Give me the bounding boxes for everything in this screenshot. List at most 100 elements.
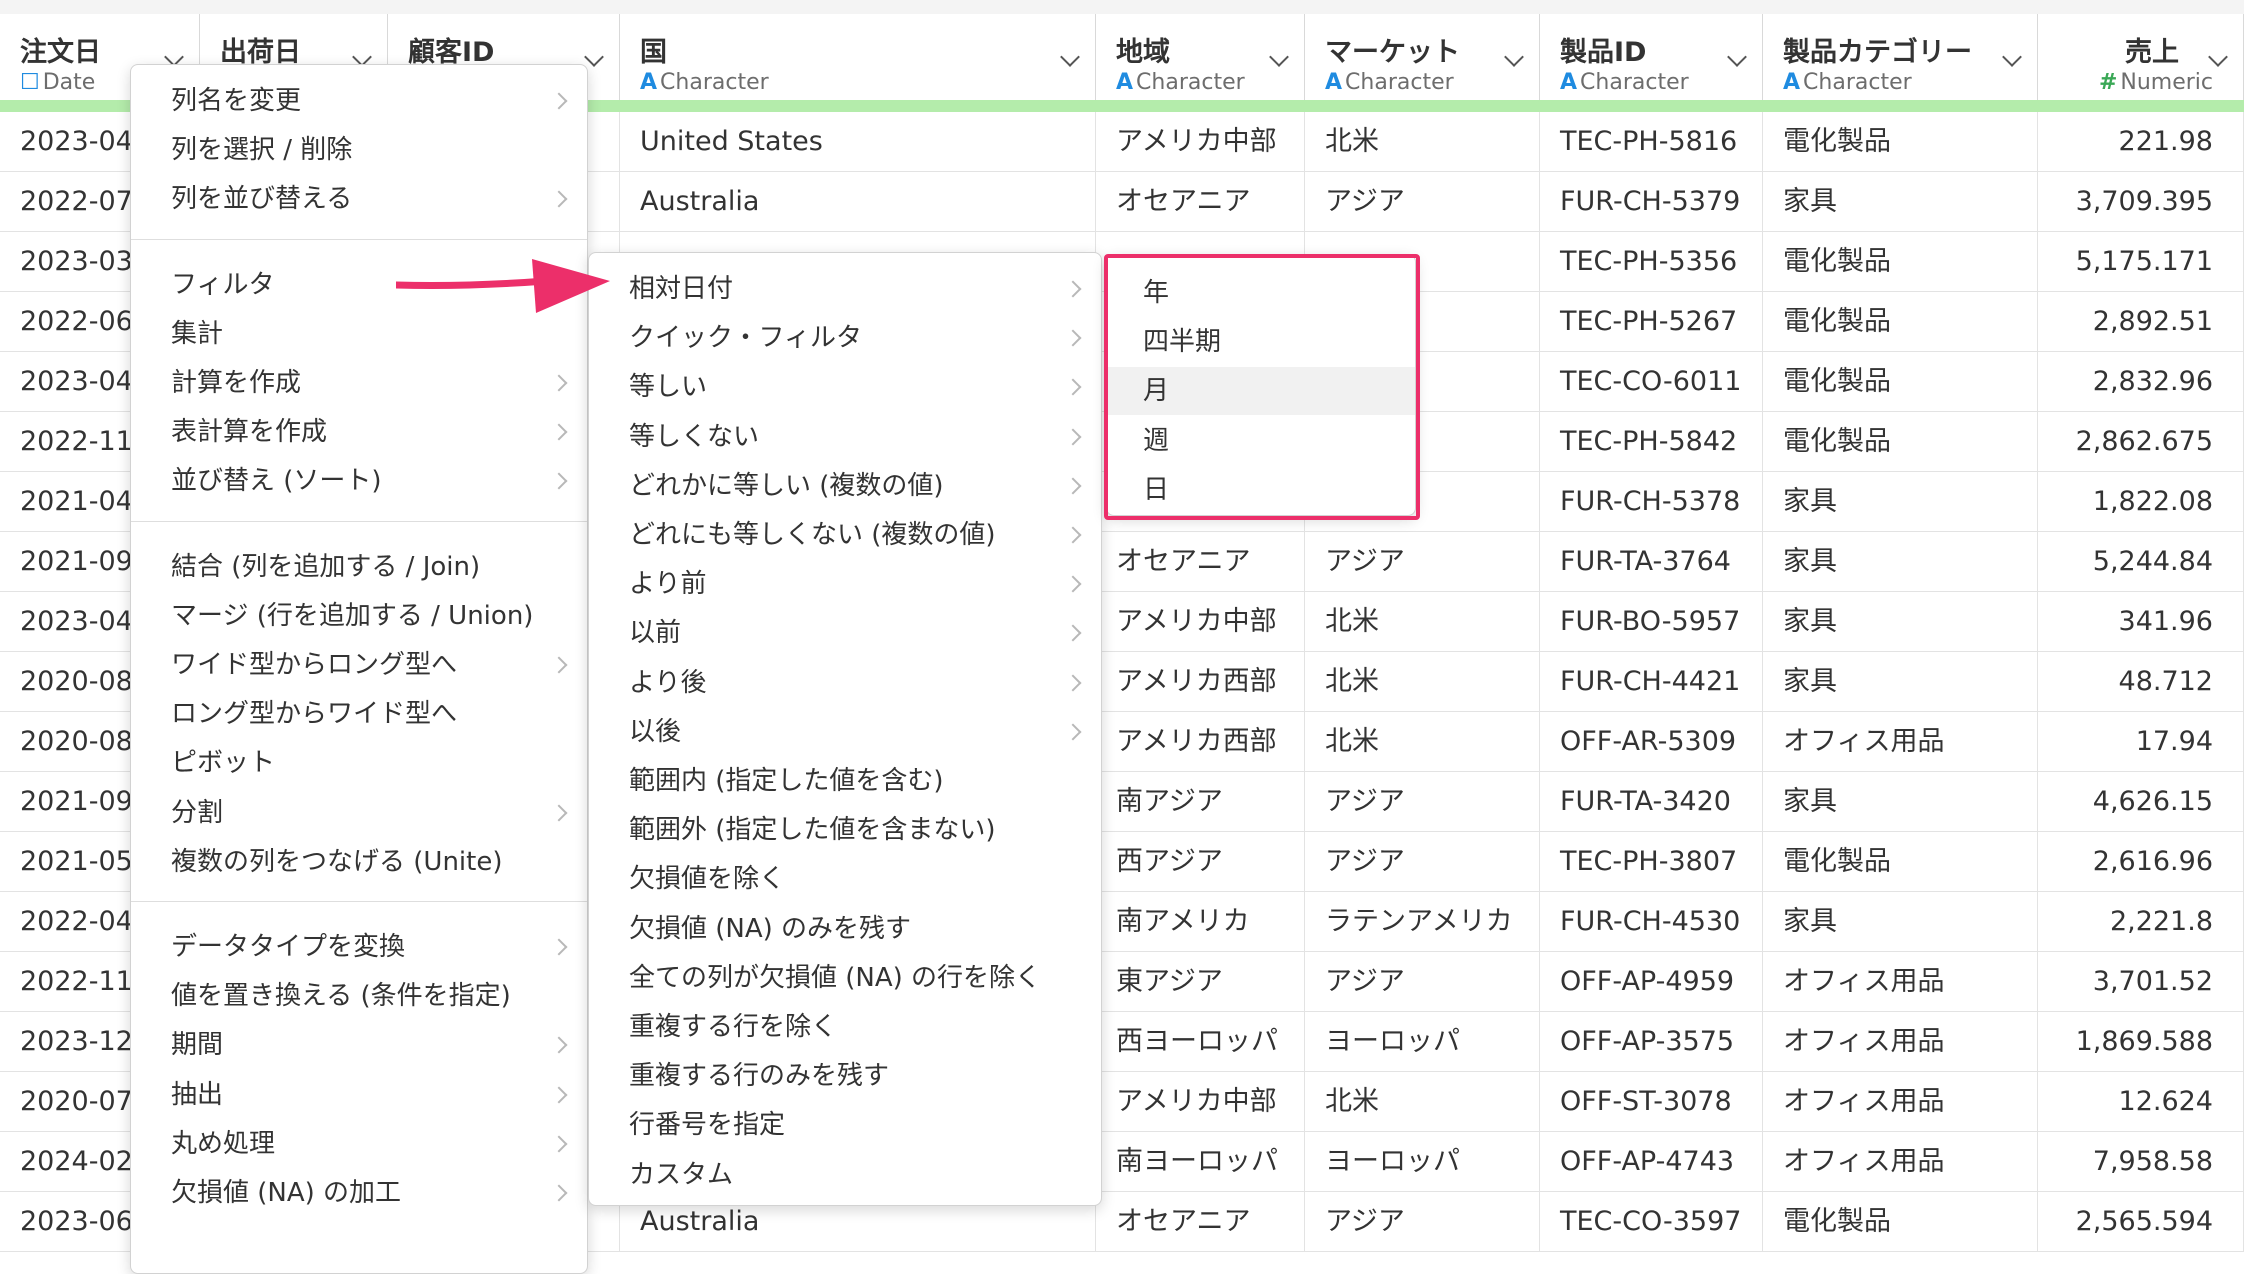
menu-item[interactable]: 列名を変更 <box>131 77 587 125</box>
table-cell[interactable]: アジア <box>1305 772 1540 832</box>
table-cell[interactable]: 電化製品 <box>1763 412 2038 472</box>
menu-item[interactable]: 並び替え (ソート) <box>131 457 587 505</box>
table-cell[interactable]: オセアニア <box>1096 1192 1305 1252</box>
menu-item[interactable]: データタイプを変換 <box>131 923 587 971</box>
chevron-down-icon[interactable] <box>2002 47 2022 67</box>
filter-menu-item[interactable]: より後 <box>589 659 1101 707</box>
table-cell[interactable]: 17.94 <box>2038 712 2244 772</box>
table-cell[interactable]: 2,565.594 <box>2038 1192 2244 1252</box>
filter-menu-item[interactable]: 欠損値 (NA) のみを残す <box>589 905 1101 953</box>
table-cell[interactable]: 4,626.15 <box>2038 772 2244 832</box>
filter-menu-item[interactable]: どれかに等しい (複数の値) <box>589 462 1101 510</box>
table-cell[interactable]: 西アジア <box>1096 832 1305 892</box>
table-cell[interactable]: United States <box>620 112 1096 172</box>
table-cell[interactable]: FUR-TA-3764 <box>1540 532 1763 592</box>
filter-menu-item[interactable]: 重複する行のみを残す <box>589 1052 1101 1100</box>
table-cell[interactable]: 電化製品 <box>1763 292 2038 352</box>
filter-menu-item[interactable]: クイック・フィルタ <box>589 314 1101 362</box>
table-cell[interactable]: アジア <box>1305 172 1540 232</box>
menu-item[interactable]: 表計算を作成 <box>131 408 587 456</box>
chevron-down-icon[interactable] <box>1060 47 1080 67</box>
table-cell[interactable]: 南アメリカ <box>1096 892 1305 952</box>
filter-menu-item[interactable]: 全ての列が欠損値 (NA) の行を除く <box>589 954 1101 1002</box>
menu-item[interactable]: 複数の列をつなげる (Unite) <box>131 838 587 886</box>
table-cell[interactable]: 48.712 <box>2038 652 2244 712</box>
filter-menu-item[interactable]: 行番号を指定 <box>589 1101 1101 1149</box>
column-header[interactable]: 地域 A Character <box>1096 14 1305 100</box>
table-cell[interactable]: 12.624 <box>2038 1072 2244 1132</box>
table-cell[interactable]: オフィス用品 <box>1763 1072 2038 1132</box>
table-cell[interactable]: OFF-AR-5309 <box>1540 712 1763 772</box>
table-cell[interactable]: オフィス用品 <box>1763 1012 2038 1072</box>
table-cell[interactable]: オセアニア <box>1096 532 1305 592</box>
filter-menu-item[interactable]: どれにも等しくない (複数の値) <box>589 511 1101 559</box>
filter-menu-item[interactable]: 欠損値を除く <box>589 855 1101 903</box>
table-cell[interactable]: 家具 <box>1763 172 2038 232</box>
menu-item[interactable]: ワイド型からロング型へ <box>131 641 587 689</box>
menu-item[interactable]: マージ (行を追加する / Union) <box>131 592 587 640</box>
table-cell[interactable]: ラテンアメリカ <box>1305 892 1540 952</box>
table-cell[interactable]: 家具 <box>1763 652 2038 712</box>
menu-item[interactable]: ロング型からワイド型へ <box>131 690 587 738</box>
menu-item[interactable]: 値を置き換える (条件を指定) <box>131 972 587 1020</box>
chevron-down-icon[interactable] <box>584 47 604 67</box>
table-cell[interactable]: FUR-CH-4530 <box>1540 892 1763 952</box>
table-cell[interactable]: 北米 <box>1305 712 1540 772</box>
table-cell[interactable]: 3,701.52 <box>2038 952 2244 1012</box>
filter-menu-item[interactable]: 重複する行を除く <box>589 1003 1101 1051</box>
table-cell[interactable]: 西ヨーロッパ <box>1096 1012 1305 1072</box>
table-cell[interactable]: 南ヨーロッパ <box>1096 1132 1305 1192</box>
menu-item[interactable]: ピボット <box>131 739 587 787</box>
table-cell[interactable]: 電化製品 <box>1763 1192 2038 1252</box>
menu-item[interactable]: 欠損値 (NA) の加工 <box>131 1169 587 1217</box>
table-cell[interactable]: OFF-AP-3575 <box>1540 1012 1763 1072</box>
column-header[interactable]: マーケット A Character <box>1305 14 1540 100</box>
table-cell[interactable]: OFF-AP-4743 <box>1540 1132 1763 1192</box>
table-cell[interactable]: 5,244.84 <box>2038 532 2244 592</box>
table-cell[interactable]: 2,221.8 <box>2038 892 2244 952</box>
table-cell[interactable]: 5,175.171 <box>2038 232 2244 292</box>
table-cell[interactable]: 電化製品 <box>1763 232 2038 292</box>
table-cell[interactable]: アジア <box>1305 952 1540 1012</box>
menu-item[interactable]: 列を選択 / 削除 <box>131 126 587 174</box>
table-cell[interactable]: 東アジア <box>1096 952 1305 1012</box>
table-cell[interactable]: 2,616.96 <box>2038 832 2244 892</box>
table-cell[interactable]: アジア <box>1305 532 1540 592</box>
table-cell[interactable]: FUR-CH-4421 <box>1540 652 1763 712</box>
table-cell[interactable]: 家具 <box>1763 532 2038 592</box>
table-cell[interactable]: オセアニア <box>1096 172 1305 232</box>
filter-menu-item[interactable]: 以前 <box>589 609 1101 657</box>
table-cell[interactable]: ヨーロッパ <box>1305 1012 1540 1072</box>
table-cell[interactable]: 家具 <box>1763 592 2038 652</box>
menu-item[interactable]: 丸め処理 <box>131 1120 587 1168</box>
filter-menu-item[interactable]: より前 <box>589 560 1101 608</box>
table-cell[interactable]: 7,958.58 <box>2038 1132 2244 1192</box>
table-cell[interactable]: FUR-CH-5379 <box>1540 172 1763 232</box>
table-cell[interactable]: 北米 <box>1305 112 1540 172</box>
table-cell[interactable]: ヨーロッパ <box>1305 1132 1540 1192</box>
filter-menu-item[interactable]: 範囲内 (指定した値を含む) <box>589 757 1101 805</box>
table-cell[interactable]: 3,709.395 <box>2038 172 2244 232</box>
table-cell[interactable]: オフィス用品 <box>1763 712 2038 772</box>
table-cell[interactable]: アメリカ西部 <box>1096 712 1305 772</box>
chevron-down-icon[interactable] <box>1269 47 1289 67</box>
column-header[interactable]: 製品ID A Character <box>1540 14 1763 100</box>
table-cell[interactable]: アメリカ中部 <box>1096 112 1305 172</box>
table-cell[interactable]: TEC-PH-5816 <box>1540 112 1763 172</box>
column-header[interactable]: 製品カテゴリー A Character <box>1763 14 2038 100</box>
table-cell[interactable]: TEC-PH-5267 <box>1540 292 1763 352</box>
table-cell[interactable]: オフィス用品 <box>1763 1132 2038 1192</box>
table-cell[interactable]: 341.96 <box>2038 592 2244 652</box>
table-cell[interactable]: アメリカ中部 <box>1096 1072 1305 1132</box>
table-cell[interactable]: 北米 <box>1305 1072 1540 1132</box>
table-cell[interactable]: TEC-PH-3807 <box>1540 832 1763 892</box>
table-cell[interactable]: OFF-ST-3078 <box>1540 1072 1763 1132</box>
filter-menu-item[interactable]: 範囲外 (指定した値を含まない) <box>589 806 1101 854</box>
menu-item[interactable]: 結合 (列を追加する / Join) <box>131 543 587 591</box>
table-cell[interactable]: 家具 <box>1763 472 2038 532</box>
table-cell[interactable]: 北米 <box>1305 652 1540 712</box>
filter-menu-item[interactable]: 相対日付 <box>589 265 1101 313</box>
table-cell[interactable]: アメリカ西部 <box>1096 652 1305 712</box>
table-cell[interactable]: 北米 <box>1305 592 1540 652</box>
chevron-down-icon[interactable] <box>1727 47 1747 67</box>
